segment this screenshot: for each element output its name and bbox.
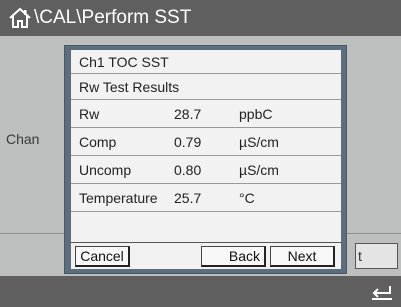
footer-bar xyxy=(0,276,401,307)
result-row-comp: Comp 0.79 µS/cm xyxy=(71,128,341,156)
background-button: t xyxy=(355,243,398,269)
breadcrumb: \CAL\Perform SST xyxy=(34,0,191,36)
result-value: 28.7 xyxy=(174,106,202,122)
dialog-body: Ch1 TOC SST Rw Test Results Rw 28.7 ppbC… xyxy=(71,50,341,269)
result-value: 25.7 xyxy=(174,190,202,206)
result-unit: µS/cm xyxy=(239,162,279,178)
result-unit: °C xyxy=(239,190,255,206)
result-name: Rw xyxy=(79,106,100,122)
breadcrumb-cal[interactable]: CAL xyxy=(39,7,76,28)
background-channel-label: Chan xyxy=(6,131,40,147)
next-button[interactable]: Next xyxy=(270,246,335,267)
result-unit: µS/cm xyxy=(239,134,279,150)
back-button[interactable]: Back xyxy=(201,246,266,267)
result-unit: ppbC xyxy=(239,106,273,122)
page-title: Perform SST xyxy=(81,7,192,28)
breadcrumb-bar: \CAL\Perform SST xyxy=(0,0,401,36)
result-value: 0.79 xyxy=(174,134,202,150)
result-row-uncomp: Uncomp 0.80 µS/cm xyxy=(71,156,341,184)
result-name: Uncomp xyxy=(79,162,132,178)
sst-results-dialog: Ch1 TOC SST Rw Test Results Rw 28.7 ppbC… xyxy=(64,45,347,274)
dialog-subtitle: Rw Test Results xyxy=(71,74,341,100)
dialog-title: Ch1 TOC SST xyxy=(71,50,341,74)
home-icon[interactable] xyxy=(8,6,32,30)
dialog-button-bar: Cancel Back Next xyxy=(71,242,341,269)
cancel-button[interactable]: Cancel xyxy=(75,246,130,267)
result-row-rw: Rw 28.7 ppbC xyxy=(71,100,341,128)
result-name: Temperature xyxy=(79,190,158,206)
result-name: Comp xyxy=(79,134,117,150)
result-row-temperature: Temperature 25.7 °C xyxy=(71,184,341,212)
result-value: 0.80 xyxy=(174,162,202,178)
enter-icon[interactable] xyxy=(369,283,395,301)
